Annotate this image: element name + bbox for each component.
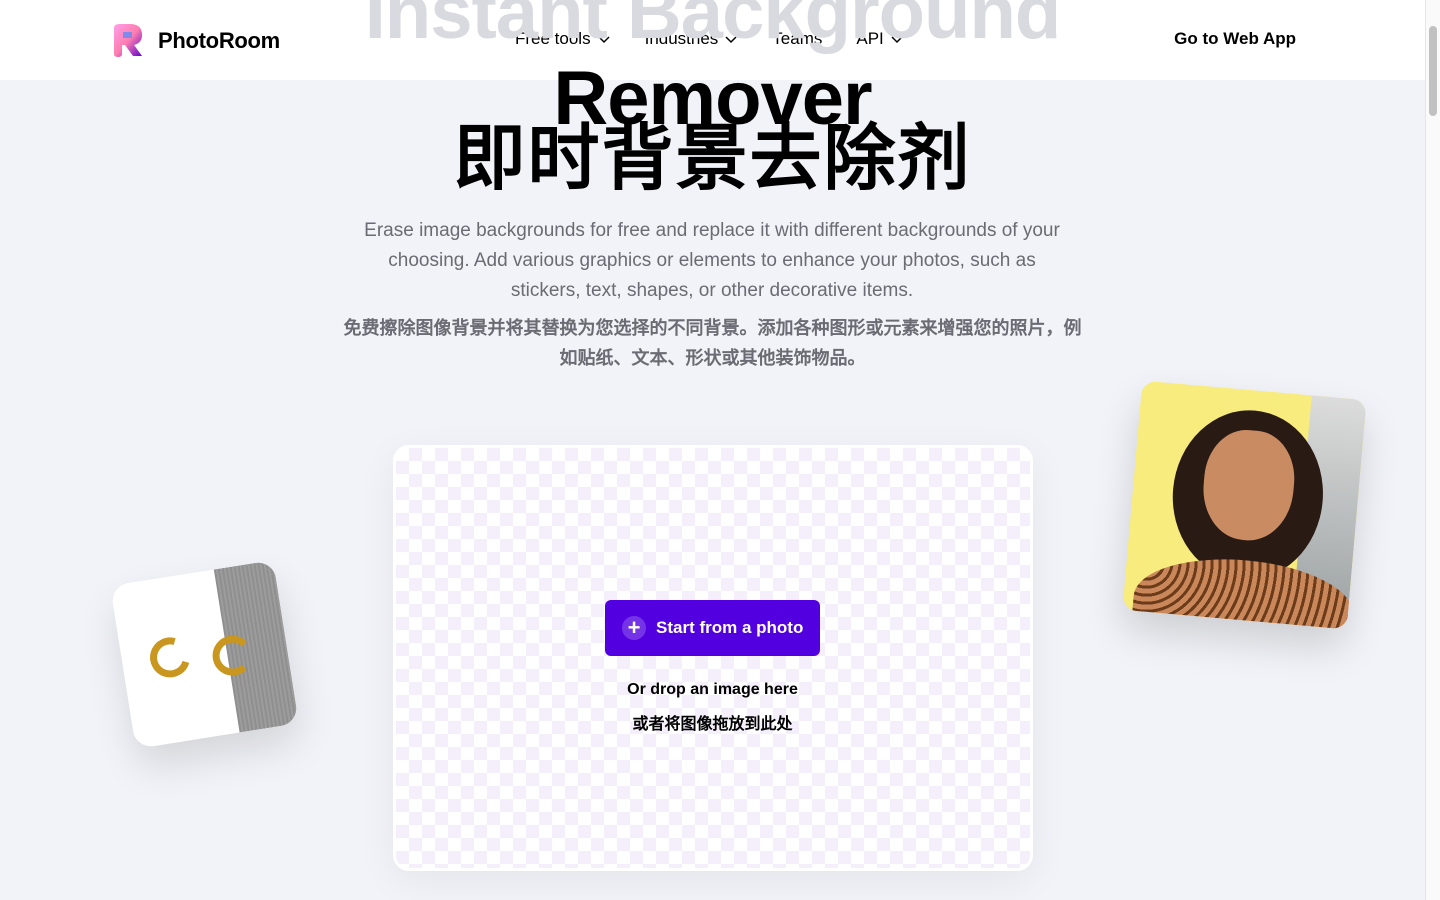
logo-text: PhotoRoom — [158, 28, 280, 53]
start-from-photo-button[interactable]: + Start from a photo — [605, 600, 820, 656]
woman-example-image — [1122, 380, 1367, 630]
nav-label: Industries — [644, 29, 719, 48]
main-nav: Free tools Industries Teams API — [515, 29, 904, 49]
logo[interactable]: PhotoRoom — [112, 24, 280, 58]
nav-label: API — [856, 29, 884, 48]
image-dropzone[interactable] — [393, 445, 1033, 871]
nav-label: Teams — [772, 29, 823, 48]
drop-hint: Or drop an image here — [627, 681, 798, 698]
page: Instant Background Remover 即时背景去除剂 Erase… — [0, 0, 1425, 900]
chevron-down-icon — [598, 36, 610, 44]
hero-description-cn: 免费擦除图像背景并将其替换为您选择的不同背景。添加各种图形或元素来增强您的照片，… — [343, 318, 1082, 369]
nav-teams[interactable]: Teams — [772, 29, 822, 49]
top-nav: PhotoRoom Free tools Industries Teams AP… — [0, 0, 1425, 80]
scrollbar[interactable] — [1425, 0, 1440, 900]
button-label: Start from a photo — [656, 618, 804, 637]
nav-label: Free tools — [515, 29, 591, 48]
chevron-down-icon — [725, 36, 737, 44]
nav-free-tools[interactable]: Free tools — [515, 29, 611, 49]
nav-industries[interactable]: Industries — [645, 29, 739, 49]
hero-description: Erase image backgrounds for free and rep… — [364, 220, 1060, 301]
photoroom-logo-icon — [114, 24, 142, 57]
go-to-web-app-link[interactable]: Go to Web App — [1174, 29, 1296, 49]
nav-api[interactable]: API — [856, 29, 903, 49]
chevron-down-icon — [891, 36, 903, 44]
drop-hint-cn: 或者将图像拖放到此处 — [632, 714, 793, 733]
scrollbar-thumb[interactable] — [1429, 26, 1437, 116]
hero-title-cn: 即时背景去除剂 — [453, 116, 972, 200]
plus-icon: + — [622, 616, 646, 640]
